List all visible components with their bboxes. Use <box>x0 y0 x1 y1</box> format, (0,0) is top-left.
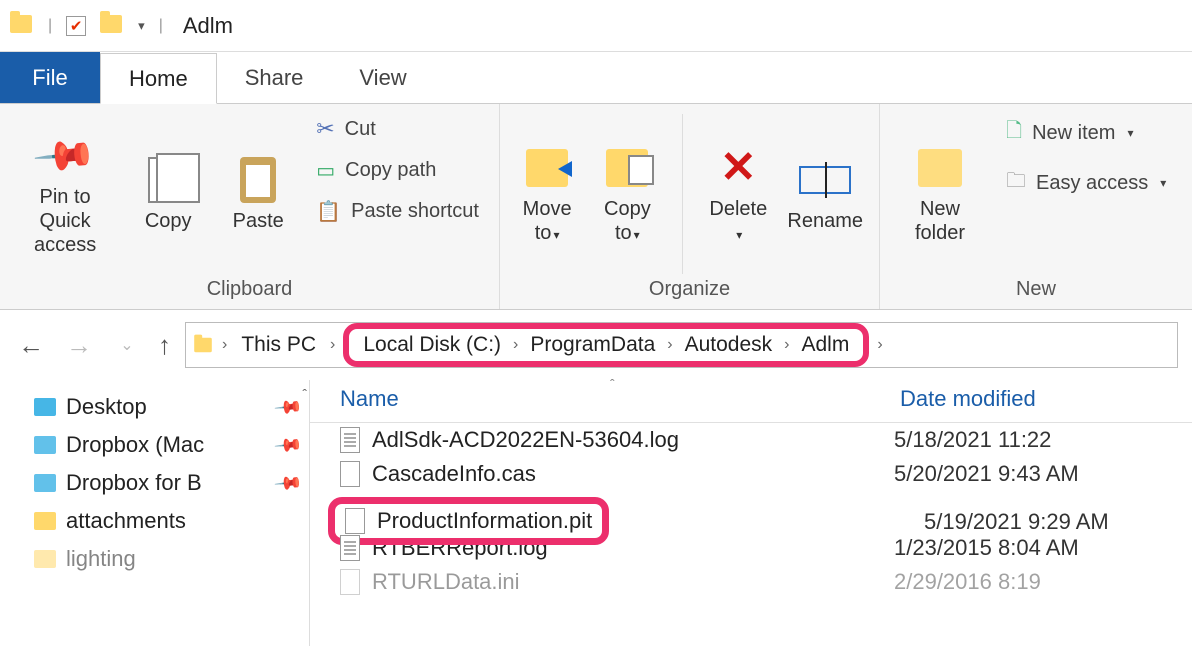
tab-share[interactable]: Share <box>217 52 332 103</box>
paste-label: Paste <box>233 209 284 233</box>
sort-indicator-icon: ˆ <box>610 376 615 392</box>
dropbox-icon <box>34 474 56 492</box>
nav-up-button[interactable]: ↑ <box>158 330 171 361</box>
file-row[interactable]: RTURLData.ini 2/29/2016 8:19 <box>310 565 1192 599</box>
copy-to-button[interactable]: Copy to▾ <box>596 114 658 274</box>
log-file-icon <box>340 427 360 453</box>
tab-home[interactable]: Home <box>100 53 217 104</box>
dropbox-icon <box>34 436 56 454</box>
address-folder-icon <box>194 338 212 352</box>
breadcrumb-this-pc[interactable]: This PC <box>235 331 322 359</box>
properties-checkmark-icon[interactable]: ✔ <box>66 16 86 36</box>
folder-icon <box>34 512 56 530</box>
copy-path-icon: ▭ <box>316 158 335 183</box>
paste-icon <box>240 157 276 203</box>
nav-sidebar: ˆ Desktop 📌 Dropbox (Mac 📌 Dropbox for B… <box>0 380 310 646</box>
new-item-button[interactable]: 🗋 New item▾ <box>1002 114 1170 152</box>
breadcrumb-autodesk[interactable]: Autodesk <box>679 331 779 359</box>
cut-button[interactable]: ✂ Cut <box>312 114 483 144</box>
nav-back-button[interactable]: ← <box>14 330 48 361</box>
copy-label: Copy <box>145 209 192 233</box>
file-list-pane: ˆ Name Date modified AdlSdk-ACD2022EN-53… <box>310 380 1192 646</box>
group-organize: Move to▾ Copy to▾ ✕ Delete▾ Rename Organ… <box>500 104 880 309</box>
new-folder-button[interactable]: New folder <box>896 114 984 274</box>
file-icon <box>340 461 360 487</box>
easy-access-icon: 🗀 <box>1006 166 1026 200</box>
pin-icon: 📌 <box>272 392 303 422</box>
title-bar: | ✔ ▾ | Adlm <box>0 0 1192 52</box>
breadcrumb-adlm[interactable]: Adlm <box>795 331 855 359</box>
sidebar-item-attachments[interactable]: attachments <box>4 502 305 540</box>
separator: | <box>159 17 163 35</box>
file-rows: AdlSdk-ACD2022EN-53604.log 5/18/2021 11:… <box>310 423 1192 599</box>
copy-icon <box>148 157 188 203</box>
rename-button[interactable]: Rename <box>787 114 863 274</box>
chevron-right-icon[interactable]: › <box>511 336 520 354</box>
nav-forward-button[interactable]: → <box>62 330 96 361</box>
column-headers: ˆ Name Date modified <box>310 380 1192 423</box>
sidebar-item-desktop[interactable]: Desktop 📌 <box>4 388 305 426</box>
sidebar-item-lighting[interactable]: lighting <box>4 540 305 578</box>
chevron-right-icon[interactable]: › <box>875 336 884 354</box>
chevron-right-icon[interactable]: › <box>328 336 337 354</box>
group-label-organize: Organize <box>516 274 863 305</box>
sidebar-item-dropbox-mac[interactable]: Dropbox (Mac 📌 <box>4 426 305 464</box>
window-folder-icon <box>10 15 34 37</box>
qat-dropdown-icon[interactable]: ▾ <box>138 18 145 34</box>
separator: | <box>48 17 52 35</box>
rename-icon <box>799 166 851 194</box>
new-folder-icon <box>918 149 962 187</box>
folder-icon <box>34 550 56 568</box>
chevron-right-icon[interactable]: › <box>220 336 229 354</box>
group-label-clipboard: Clipboard <box>16 274 483 305</box>
sidebar-item-dropbox-b[interactable]: Dropbox for B 📌 <box>4 464 305 502</box>
copy-button[interactable]: Copy <box>132 114 204 274</box>
content-area: ˆ Desktop 📌 Dropbox (Mac 📌 Dropbox for B… <box>0 380 1192 646</box>
easy-access-button[interactable]: 🗀 Easy access▾ <box>1002 164 1170 202</box>
file-icon <box>340 569 360 595</box>
ribbon-tabs: File Home Share View <box>0 52 1192 104</box>
qat-folder-icon[interactable] <box>100 15 124 37</box>
copy-to-icon <box>606 149 648 187</box>
group-label-new: New <box>896 274 1176 305</box>
paste-shortcut-icon: 📋 <box>316 199 341 224</box>
window-title: Adlm <box>183 13 233 39</box>
paste-shortcut-button[interactable]: 📋 Paste shortcut <box>312 197 483 226</box>
new-item-icon: 🗋 <box>1006 116 1022 150</box>
copy-path-button[interactable]: ▭ Copy path <box>312 156 483 185</box>
highlighted-path: Local Disk (C:) › ProgramData › Autodesk… <box>343 323 869 367</box>
ribbon: 📌 Pin to Quick access Copy Paste ✂ Cut ▭… <box>0 104 1192 310</box>
file-row[interactable]: AdlSdk-ACD2022EN-53604.log 5/18/2021 11:… <box>310 423 1192 457</box>
column-name[interactable]: Name <box>340 386 900 412</box>
tab-file[interactable]: File <box>0 52 100 103</box>
delete-button[interactable]: ✕ Delete▾ <box>707 114 769 274</box>
nav-recent-dropdown[interactable]: ⌄ <box>110 335 144 355</box>
move-to-button[interactable]: Move to▾ <box>516 114 578 274</box>
paste-button[interactable]: Paste <box>222 114 294 274</box>
pin-label: Pin to Quick access <box>16 185 114 257</box>
breadcrumb-programdata[interactable]: ProgramData <box>524 331 661 359</box>
sidebar-scroll-up[interactable]: ˆ <box>302 386 307 402</box>
file-row-date-only[interactable]: 5/19/2021 9:29 AM <box>340 505 1192 539</box>
group-clipboard: 📌 Pin to Quick access Copy Paste ✂ Cut ▭… <box>0 104 500 309</box>
breadcrumb-local-disk[interactable]: Local Disk (C:) <box>357 331 507 359</box>
column-date-modified[interactable]: Date modified <box>900 386 1036 412</box>
move-to-icon <box>526 149 568 187</box>
desktop-icon <box>34 398 56 416</box>
tab-view[interactable]: View <box>331 52 434 103</box>
address-bar[interactable]: › This PC › Local Disk (C:) › ProgramDat… <box>185 322 1178 368</box>
group-new: New folder 🗋 New item▾ 🗀 Easy access▾ Ne… <box>880 104 1192 309</box>
scissors-icon: ✂ <box>316 116 334 142</box>
file-row[interactable]: CascadeInfo.cas 5/20/2021 9:43 AM <box>310 457 1192 491</box>
chevron-right-icon[interactable]: › <box>665 336 674 354</box>
nav-row: ← → ⌄ ↑ › This PC › Local Disk (C:) › Pr… <box>0 310 1192 380</box>
pin-icon: 📌 <box>272 468 303 498</box>
log-file-icon <box>340 535 360 561</box>
delete-x-icon: ✕ <box>720 142 757 195</box>
chevron-right-icon[interactable]: › <box>782 336 791 354</box>
pin-to-quick-access-button[interactable]: 📌 Pin to Quick access <box>16 114 114 274</box>
pin-icon: 📌 <box>272 430 303 460</box>
pin-icon: 📌 <box>31 122 100 191</box>
